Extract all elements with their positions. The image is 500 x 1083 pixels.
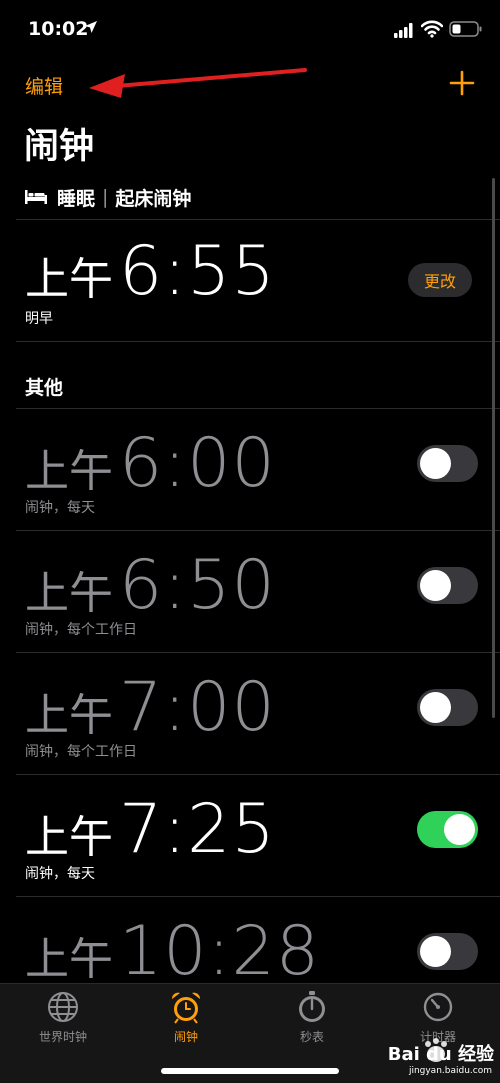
tab-label: 世界时钟 <box>38 1030 87 1044</box>
alarm-ampm: 上午 <box>25 812 113 863</box>
alarm-clock-icon <box>171 992 201 1024</box>
alarm-time: 10:28 <box>119 912 320 991</box>
alarm-ampm: 上午 <box>25 934 113 985</box>
bed-icon <box>25 190 47 204</box>
tab-alarm[interactable]: 闹钟 <box>136 990 236 1045</box>
tab-label: 秒表 <box>299 1030 324 1044</box>
wifi-icon <box>421 20 443 38</box>
alarm-time: 7:25 <box>119 790 276 869</box>
status-time: 10:02 <box>28 18 89 40</box>
alarm-subtitle: 闹钟，每天 <box>25 866 95 882</box>
sleep-header: 睡眠 | 起床闹钟 <box>25 182 191 212</box>
page-title: 闹钟 <box>24 127 95 167</box>
alarm-ampm: 上午 <box>25 690 113 741</box>
alarm-time: 6:55 <box>119 232 276 311</box>
battery-icon <box>449 21 482 37</box>
divider <box>16 896 500 897</box>
sleep-label: 睡眠 <box>57 187 96 210</box>
alarm-subtitle: 闹钟，每个工作日 <box>25 622 137 638</box>
alarm-time: 6:50 <box>119 546 276 625</box>
alarm-ampm: 上午 <box>25 568 113 619</box>
home-indicator <box>161 1068 339 1074</box>
others-section-label: 其他 <box>25 377 64 399</box>
alarm-time-line: 上午 7:25 <box>25 790 276 869</box>
toggle-knob <box>420 692 451 723</box>
alarm-toggle[interactable] <box>417 811 478 848</box>
alarm-toggle[interactable] <box>417 445 478 482</box>
watermark-text: Bai du 经验 <box>387 1044 494 1065</box>
toggle-knob <box>444 814 475 845</box>
globe-icon <box>48 992 78 1022</box>
alarm-time-line: 上午 6:50 <box>25 546 276 625</box>
tab-label: 闹钟 <box>173 1030 198 1044</box>
edit-button[interactable]: 编辑 <box>25 72 63 99</box>
alarm-time-line: 上午 10:28 <box>25 912 320 991</box>
tab-world-clock[interactable]: 世界时钟 <box>13 990 113 1045</box>
alarm-toggle[interactable] <box>417 689 478 726</box>
toggle-knob <box>420 936 451 967</box>
alarm-time: 6:00 <box>119 424 276 503</box>
watermark-url: jingyan.baidu.com <box>408 1066 492 1076</box>
alarm-ampm: 上午 <box>25 254 113 305</box>
alarm-subtitle: 闹钟，每天 <box>25 500 95 516</box>
alarm-time-line: 上午 6:55 <box>25 232 276 311</box>
divider <box>16 774 500 775</box>
add-alarm-button[interactable] <box>449 70 475 96</box>
scrollbar[interactable] <box>492 178 495 718</box>
alarm-ampm: 上午 <box>25 446 113 497</box>
change-button[interactable]: 更改 <box>408 263 472 297</box>
divider <box>16 530 500 531</box>
toggle-knob <box>420 448 451 479</box>
alarm-subtitle: 明早 <box>25 311 53 327</box>
alarm-toggle[interactable] <box>417 933 478 970</box>
alarm-time-line: 上午 6:00 <box>25 424 276 503</box>
cellular-signal-icon <box>394 23 413 38</box>
tab-stopwatch[interactable]: 秒表 <box>262 990 362 1045</box>
sleep-separator: | <box>102 186 109 208</box>
divider <box>16 652 500 653</box>
divider <box>16 341 500 342</box>
alarm-toggle[interactable] <box>417 567 478 604</box>
alarm-time-line: 上午 7:00 <box>25 668 276 747</box>
wake-up-alarm-label: 起床闹钟 <box>115 187 192 210</box>
divider <box>16 408 500 409</box>
stopwatch-icon <box>299 991 325 1022</box>
alarm-subtitle: 闹钟，每个工作日 <box>25 744 137 760</box>
location-arrow-icon <box>85 21 97 33</box>
timer-icon <box>423 992 453 1022</box>
alarm-time: 7:00 <box>119 668 276 747</box>
status-bar: 10:02 <box>0 0 500 60</box>
annotation-arrow-icon <box>89 68 307 98</box>
toggle-knob <box>420 570 451 601</box>
divider <box>16 219 500 220</box>
